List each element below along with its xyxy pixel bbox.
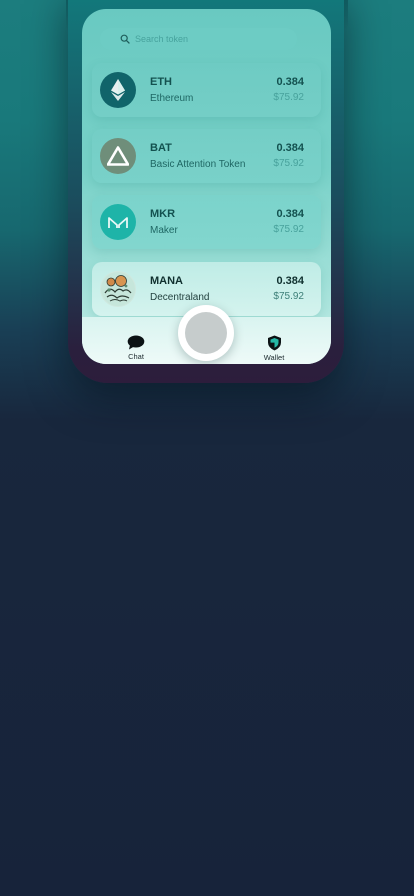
center-action-inner [185,312,227,354]
token-value: $75.92 [273,158,304,169]
token-amount: 0.384 [276,76,304,88]
token-card-eth[interactable]: ETH Ethereum 0.384 $75.92 [92,63,321,117]
maker-icon [100,204,136,240]
token-value: $75.92 [273,224,304,235]
nav-item-chat[interactable]: Chat [114,335,158,361]
token-name: Basic Attention Token [150,159,246,170]
search-input[interactable] [135,34,285,44]
token-value: $75.92 [273,291,304,302]
ethereum-icon [100,72,136,108]
chat-bubble-icon [127,335,145,350]
token-symbol: ETH [150,76,172,88]
token-name: Decentraland [150,292,210,303]
token-name: Ethereum [150,93,194,104]
bat-icon [100,138,136,174]
nav-label-wallet: Wallet [263,353,285,362]
app-screen: ETH Ethereum 0.384 $75.92 BAT Basic Atte… [82,9,331,364]
token-symbol: BAT [150,142,172,154]
token-symbol: MKR [150,208,176,220]
token-value: $75.92 [273,92,304,103]
center-action-button[interactable] [178,305,234,361]
token-symbol: MANA [150,275,183,287]
search-bar[interactable] [100,28,297,50]
token-card-mkr[interactable]: MKR Maker 0.384 $75.92 [92,195,321,249]
nav-item-wallet[interactable]: Wallet [252,335,296,362]
shield-icon [267,335,281,351]
token-name: Maker [150,225,178,236]
token-card-bat[interactable]: BAT Basic Attention Token 0.384 $75.92 [92,129,321,183]
search-icon [120,34,130,44]
decentraland-icon [100,271,136,307]
token-amount: 0.384 [276,208,304,220]
token-amount: 0.384 [276,275,304,287]
token-amount: 0.384 [276,142,304,154]
nav-label-chat: Chat [128,352,144,361]
